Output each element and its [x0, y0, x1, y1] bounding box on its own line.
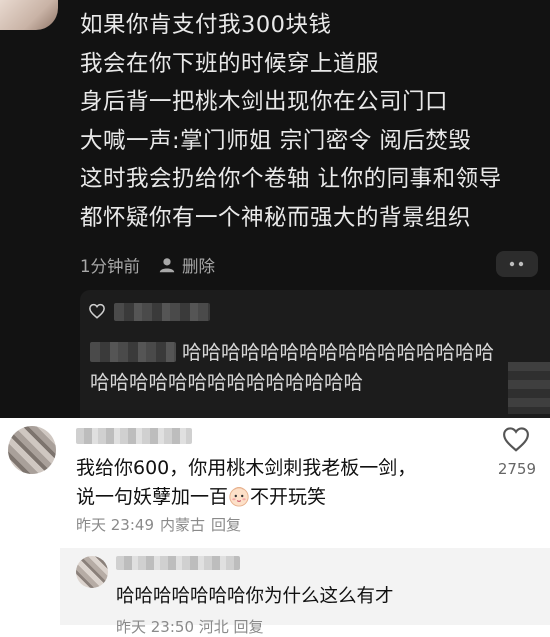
delete-button[interactable]: 删除 [182, 253, 215, 277]
post-content: 如果你肯支付我300块钱 我会在你下班的时候穿上道服 身后背一把桃木剑出现你在公… [80, 6, 540, 237]
blurred-username [114, 303, 210, 321]
avatar[interactable] [0, 0, 58, 30]
person-icon [159, 258, 175, 273]
comment-line: 我给你600，你用桃木剑刺我老板一剑， [76, 457, 417, 479]
post-line: 这时我会扔给你个卷轴 让你的同事和领导 [80, 166, 502, 192]
more-dots-icon [509, 261, 524, 267]
post-line: 身后背一把桃木剑出现你在公司门口 [80, 89, 449, 115]
comment-line: 说一句妖孽加一百 不开玩笑 [76, 486, 327, 508]
comment-location: 内蒙古 [160, 516, 206, 534]
reply-text-line: 哈哈哈哈哈哈哈哈哈哈哈哈哈哈 [90, 371, 364, 394]
avatar[interactable] [76, 556, 108, 588]
like-count: 2759 [497, 460, 536, 478]
comment-section: 2759 我给你600，你用桃木剑刺我老板一剑， 说一句妖孽加一百 不开玩笑 昨… [0, 418, 550, 636]
sub-reply-text: 哈哈哈哈哈哈哈你为什么这么有才 [116, 586, 394, 607]
comment-meta: 昨天 23:49 内蒙古 回复 [76, 514, 247, 535]
blurred-image [508, 362, 550, 414]
reply-text: 哈哈哈哈哈哈哈哈哈哈哈哈哈哈哈哈 哈哈哈哈哈哈哈哈哈哈哈哈哈哈 [90, 338, 546, 398]
blurred-username [76, 428, 192, 444]
sub-reply: 哈哈哈哈哈哈哈你为什么这么有才 昨天 23:50 河北 回复 [60, 548, 550, 636]
reply-text-line: 哈哈哈哈哈哈哈哈哈哈哈哈哈哈哈哈 [182, 341, 495, 364]
reply-box: 哈哈哈哈哈哈哈哈哈哈哈哈哈哈哈哈 哈哈哈哈哈哈哈哈哈哈哈哈哈哈 [80, 290, 550, 418]
more-button[interactable] [496, 251, 538, 277]
post-line: 如果你肯支付我300块钱 [80, 12, 332, 38]
post-meta: 1分钟前 删除 [80, 253, 215, 277]
reply-button[interactable]: 回复 [211, 516, 241, 534]
comment-text: 我给你600，你用桃木剑刺我老板一剑， 说一句妖孽加一百 不开玩笑 [76, 454, 476, 512]
avatar[interactable] [8, 426, 56, 474]
post-time: 1分钟前 [80, 257, 140, 276]
blurred-username [116, 556, 240, 570]
post-line: 我会在你下班的时候穿上道服 [80, 50, 380, 77]
post-line: 都怀疑你有一个神秘而强大的背景组织 [80, 204, 472, 231]
baby-face-emoji-icon [229, 486, 249, 507]
post-line: 大喊一声:掌门师姐 宗门密令 阅后焚毁 [80, 127, 472, 154]
comment-time: 昨天 23:49 [76, 516, 154, 534]
blurred-mention [90, 342, 176, 362]
dark-post-section: 如果你肯支付我300块钱 我会在你下班的时候穿上道服 身后背一把桃木剑出现你在公… [0, 0, 550, 418]
heart-outline-icon[interactable] [500, 424, 532, 454]
sub-reply-meta: 昨天 23:50 河北 回复 [116, 618, 264, 636]
heart-outline-icon[interactable] [88, 302, 106, 320]
